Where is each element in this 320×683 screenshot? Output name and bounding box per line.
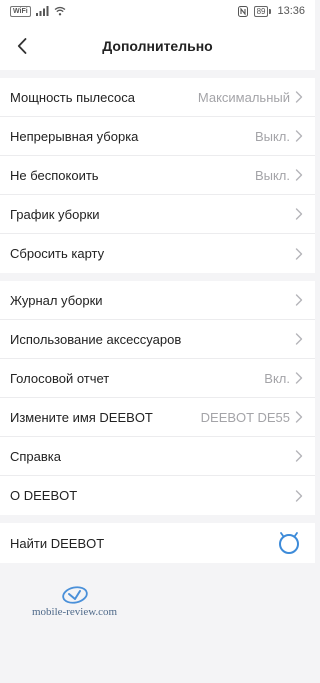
- chevron-right-icon: [295, 333, 303, 345]
- settings-row-value: Выкл.: [254, 128, 290, 144]
- settings-row-label: Непрерывная уборка: [10, 128, 139, 144]
- signal-icon: [35, 6, 49, 16]
- settings-row[interactable]: Использование аксессуаров: [0, 320, 315, 359]
- status-bar-right: 89 13:36: [237, 5, 305, 17]
- settings-row-label: Журнал уборки: [10, 292, 103, 308]
- settings-row-label: Голосовой отчет: [10, 370, 110, 386]
- chevron-left-icon: [17, 38, 27, 54]
- settings-row[interactable]: Справка: [0, 437, 315, 476]
- back-button[interactable]: [8, 32, 36, 60]
- find-deebot-row[interactable]: Найти DEEBOT: [0, 523, 315, 563]
- battery-cap: [269, 8, 272, 14]
- find-deebot-label: Найти DEEBOT: [10, 535, 105, 551]
- settings-group-cleaning: Мощность пылесоса Максимальный Непрерывная…: [0, 78, 315, 273]
- chevron-right-icon: [295, 247, 303, 260]
- settings-row-label: График уборки: [10, 206, 100, 222]
- chevron-right-icon: [295, 91, 303, 103]
- settings-row[interactable]: Не беспокоить Выкл.: [0, 156, 315, 195]
- status-bar: WiFi 89 13:36: [0, 0, 315, 22]
- settings-row-label: Мощность пылесоса: [10, 89, 135, 105]
- wifi-icon: [54, 6, 66, 16]
- chevron-right-icon: [295, 294, 303, 306]
- settings-row-value: Выкл.: [254, 167, 290, 183]
- settings-row[interactable]: Сбросить карту: [0, 234, 315, 273]
- watermark-text: mobile-review.com: [32, 606, 118, 618]
- settings-row-trailing: [290, 294, 303, 306]
- settings-row[interactable]: Непрерывная уборка Выкл.: [0, 117, 315, 156]
- settings-row-trailing: DEEBOT DE55: [201, 410, 303, 425]
- settings-row[interactable]: Голосовой отчет Вкл.: [0, 359, 315, 398]
- settings-row-label: Измените имя DEEBOT: [10, 409, 153, 425]
- status-bar-left: WiFi: [10, 5, 66, 17]
- watermark: mobile-review.com: [32, 585, 117, 618]
- settings-row-trailing: Максимальный: [198, 90, 303, 105]
- settings-row-label: Сбросить карту: [10, 246, 105, 261]
- app-header: Дополнительно: [0, 22, 315, 70]
- settings-row[interactable]: Мощность пылесоса Максимальный: [0, 78, 315, 117]
- watermark-logo-icon: [61, 586, 88, 604]
- settings-row-trailing: Выкл.: [255, 129, 303, 144]
- chevron-right-icon: [295, 208, 303, 220]
- settings-row-value: Вкл.: [264, 370, 290, 386]
- settings-row[interactable]: О DEEBOT: [0, 476, 315, 515]
- settings-row[interactable]: График уборки: [0, 195, 315, 234]
- settings-row-value: DEEBOT DE55: [200, 409, 290, 425]
- chevron-right-icon: [295, 130, 303, 142]
- nfc-icon: [237, 5, 248, 17]
- settings-row-label: Не беспокоить: [10, 167, 99, 183]
- settings-row-trailing: [290, 489, 303, 502]
- robot-icon[interactable]: [277, 531, 301, 555]
- chevron-right-icon: [295, 411, 303, 423]
- battery-level: 89: [253, 5, 269, 17]
- chevron-right-icon: [295, 169, 303, 181]
- network-badge: WiFi: [10, 5, 31, 17]
- settings-row-label: О DEEBOT: [10, 488, 78, 503]
- clock: 13:36: [277, 5, 305, 17]
- chevron-right-icon: [295, 489, 303, 502]
- settings-row-value: Максимальный: [197, 89, 290, 105]
- settings-group-device: Журнал уборки Использование аксессуаров Го…: [0, 281, 315, 515]
- settings-group-find: Найти DEEBOT: [0, 523, 315, 563]
- settings-row[interactable]: Измените имя DEEBOT DEEBOT DE55: [0, 398, 315, 437]
- settings-row-trailing: [290, 208, 303, 220]
- page-title: Дополнительно: [102, 38, 213, 54]
- settings-row-trailing: Выкл.: [255, 168, 303, 183]
- settings-row[interactable]: Журнал уборки: [0, 281, 315, 320]
- settings-row-label: Справка: [10, 448, 61, 464]
- settings-row-trailing: Вкл.: [264, 371, 303, 386]
- settings-row-trailing: [290, 333, 303, 345]
- settings-row-trailing: [290, 247, 303, 260]
- battery-icon: 89: [253, 5, 272, 17]
- chevron-right-icon: [295, 372, 303, 384]
- settings-row-label: Использование аксессуаров: [10, 331, 182, 347]
- settings-row-trailing: [290, 450, 303, 462]
- chevron-right-icon: [295, 450, 303, 462]
